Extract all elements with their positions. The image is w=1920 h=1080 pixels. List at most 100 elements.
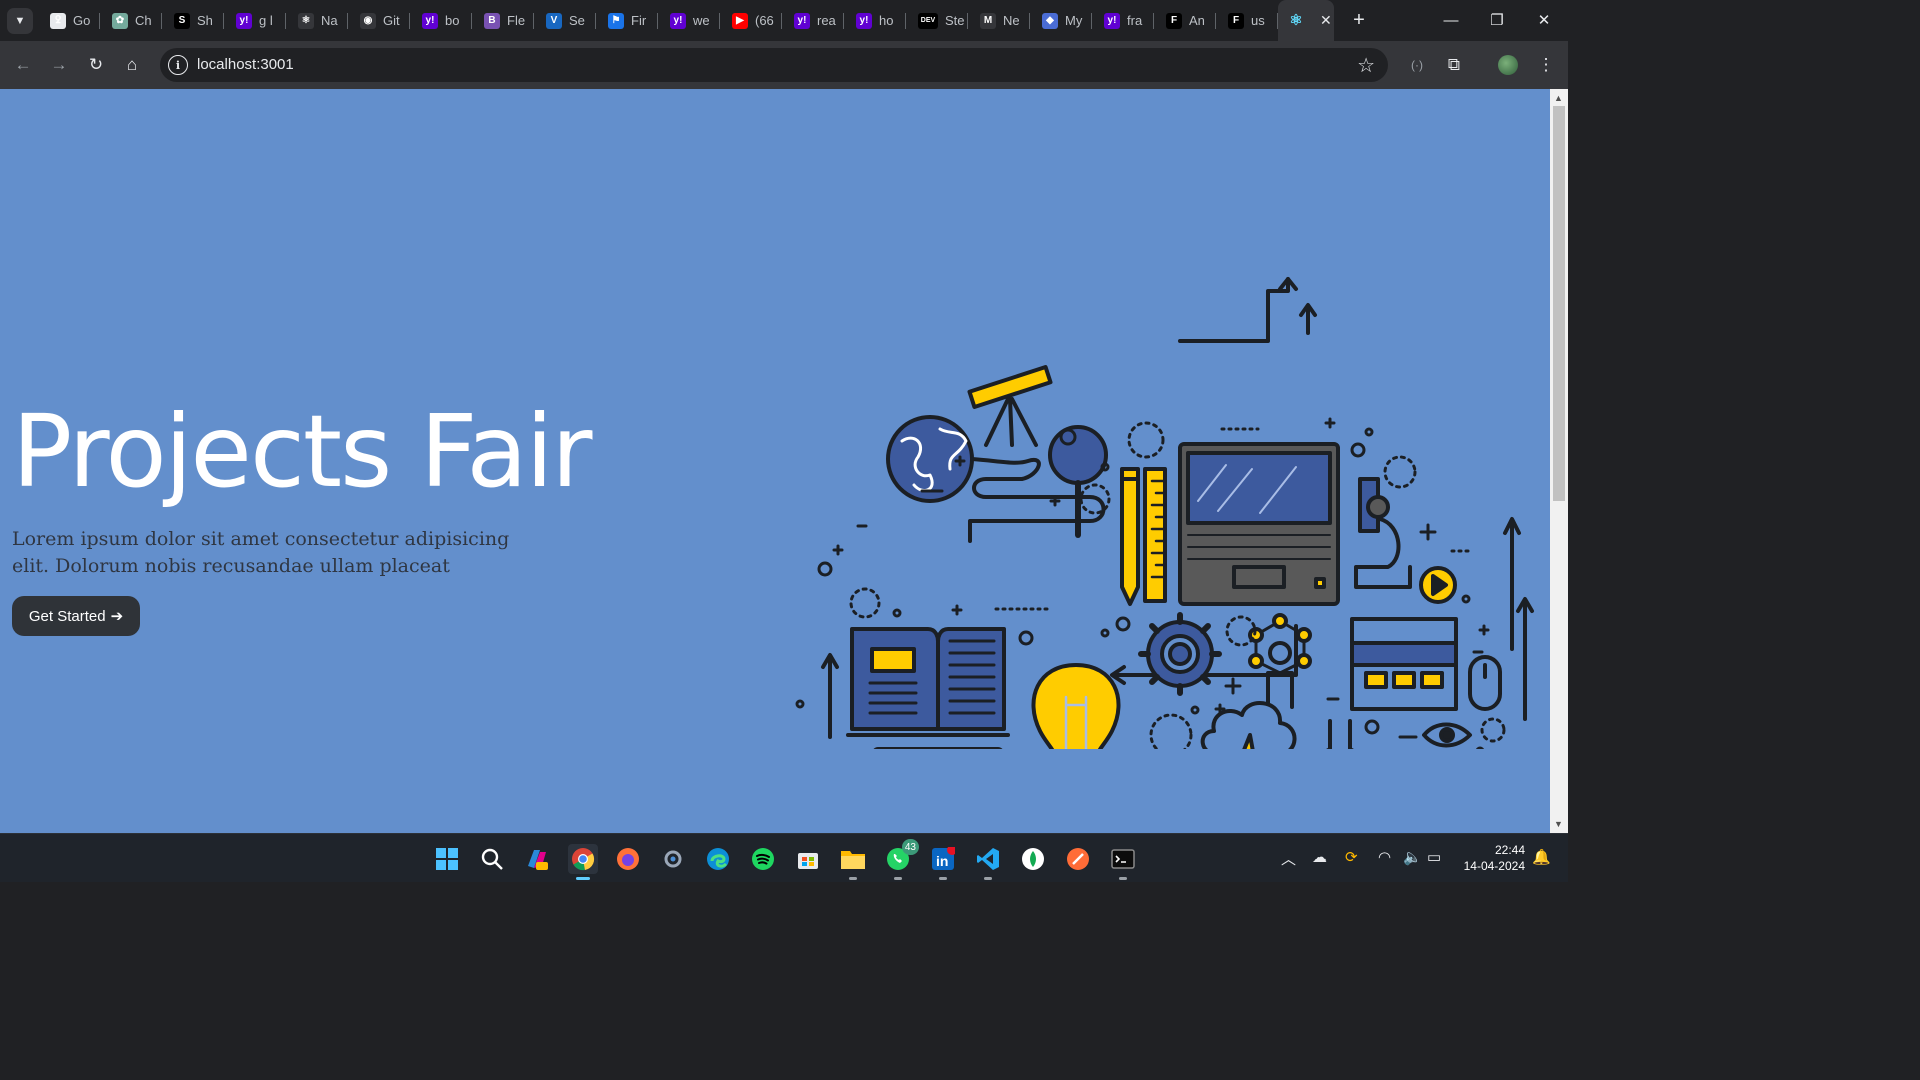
forward-button[interactable]: → xyxy=(46,52,72,78)
github-icon: ◉ xyxy=(360,12,376,29)
bookmark-star-icon[interactable]: ☆ xyxy=(1357,53,1375,78)
minimize-button[interactable]: — xyxy=(1438,8,1464,32)
tab-title: Ne xyxy=(1003,13,1020,28)
browser-tab[interactable]: M Ne xyxy=(968,0,1030,41)
microscope-icon xyxy=(1354,477,1412,589)
network-person-icon xyxy=(1248,613,1312,709)
new-tab-button[interactable]: + xyxy=(1347,8,1371,32)
linkedin-icon[interactable]: in xyxy=(928,844,958,880)
browser-tab[interactable]: y! we xyxy=(658,0,720,41)
reload-icon: ↻ xyxy=(88,55,104,74)
browser-tab[interactable]: V Se xyxy=(534,0,596,41)
browser-tab[interactable]: F An xyxy=(1154,0,1216,41)
clock-time[interactable]: 22:44 xyxy=(1495,843,1525,857)
react-icon: ⚛ xyxy=(298,12,314,29)
browser-tab[interactable]: Fus xyxy=(1216,0,1278,41)
browser-tab[interactable]: ✿ Ch xyxy=(100,0,162,41)
chatgpt-alt-icon: ꝿ xyxy=(50,12,66,29)
browser-tab[interactable]: B Fle xyxy=(472,0,534,41)
browser-tab[interactable]: ◉ Git xyxy=(348,0,410,41)
clock-date[interactable]: 14-04-2024 xyxy=(1464,859,1525,873)
tab-strip: ▼ ꝿ Go ✿ Ch S Sh y! g l ⚛ Na ◉ Git y! bo B Fle V Se ⚑ Fir y!… xyxy=(0,0,1568,41)
extensions-button[interactable]: ⧉ xyxy=(1441,52,1467,78)
browser-tab[interactable]: ⚛ Na xyxy=(286,0,348,41)
puzzle-icon: ⧉ xyxy=(1447,55,1461,74)
wifi-icon[interactable]: ◠ xyxy=(1378,848,1391,866)
browser-tab[interactable]: ◆ My xyxy=(1030,0,1092,41)
mongodb-icon[interactable] xyxy=(1018,844,1048,874)
windows-start-icon[interactable] xyxy=(432,844,462,874)
whatsapp-icon[interactable]: 43 xyxy=(883,839,919,880)
get-started-button[interactable]: Get Started ➔ xyxy=(12,596,140,636)
restore-button[interactable]: ❐ xyxy=(1484,8,1510,32)
tab-title: bo xyxy=(445,13,460,28)
profile-button[interactable] xyxy=(1495,52,1521,78)
broadcast-icon: (·) xyxy=(1411,58,1423,72)
svg-text:in: in xyxy=(936,853,948,869)
spotify-icon[interactable] xyxy=(748,844,778,874)
notification-bell-icon[interactable]: 🔔 xyxy=(1532,848,1551,866)
settings-icon[interactable] xyxy=(658,844,688,874)
chevron-up-icon[interactable]: ︿ xyxy=(1281,848,1296,869)
tab-title: we xyxy=(693,13,710,28)
reload-button[interactable]: ↻ xyxy=(83,52,109,78)
browser-tab[interactable]: y! bo xyxy=(410,0,472,41)
close-tab-icon[interactable]: ✕ xyxy=(1320,12,1332,29)
file-explorer-icon[interactable] xyxy=(838,844,868,880)
back-button[interactable]: ← xyxy=(10,52,36,78)
scroll-down-arrow-icon[interactable]: ▼ xyxy=(1554,819,1563,829)
vscode-icon[interactable] xyxy=(973,844,1003,880)
tab-title: Na xyxy=(321,13,338,28)
media-control-button[interactable]: (·) xyxy=(1404,52,1430,78)
eye-icon xyxy=(1422,722,1472,748)
search-icon[interactable] xyxy=(477,844,507,874)
tab-search-button[interactable]: ▼ xyxy=(7,8,33,34)
browser-tab[interactable]: DEV Ste xyxy=(906,0,968,41)
gear-icon xyxy=(1138,612,1222,696)
tab-title: us xyxy=(1251,13,1265,28)
address-bar[interactable]: i localhost:3001 ☆ xyxy=(160,48,1388,82)
vertical-scrollbar[interactable]: ▲ ▼ xyxy=(1550,89,1568,833)
url-text[interactable]: localhost:3001 xyxy=(197,56,294,73)
browser-tab-active[interactable]: ⚛ ✕ xyxy=(1278,0,1334,41)
browser-tab[interactable]: y! g l xyxy=(224,0,286,41)
close-window-button[interactable]: ✕ xyxy=(1531,8,1557,32)
postman-icon[interactable] xyxy=(1063,844,1093,874)
sync-icon[interactable]: ⟳ xyxy=(1345,848,1358,866)
yahoo-icon: y! xyxy=(670,12,686,29)
chrome-icon[interactable] xyxy=(568,844,598,880)
terminal-icon[interactable] xyxy=(1108,844,1138,880)
browser-tab[interactable]: y! ho xyxy=(844,0,906,41)
battery-icon[interactable]: ▭ xyxy=(1427,848,1441,866)
site-info-icon[interactable]: i xyxy=(168,55,188,75)
onedrive-cloud-icon[interactable]: ☁ xyxy=(1312,848,1327,866)
microsoft-store-icon[interactable] xyxy=(793,844,823,874)
firefox-icon[interactable] xyxy=(613,844,643,874)
edge-icon[interactable] xyxy=(703,844,733,874)
browser-tab[interactable]: ꝿ Go xyxy=(38,0,100,41)
pencil-ruler-icon xyxy=(1120,467,1167,606)
kebab-menu-icon: ⋮ xyxy=(1537,55,1555,74)
react-icon: ⚛ xyxy=(1289,12,1303,29)
running-indicator xyxy=(849,877,857,880)
volume-icon[interactable]: 🔈 xyxy=(1403,848,1422,866)
browser-tab[interactable]: y! rea xyxy=(782,0,844,41)
tab-title: g l xyxy=(259,13,273,28)
tab-title: Sh xyxy=(197,13,213,28)
tab-title: An xyxy=(1189,13,1205,28)
browser-menu-button[interactable]: ⋮ xyxy=(1533,52,1559,78)
browser-tab[interactable]: y! fra xyxy=(1092,0,1154,41)
avatar xyxy=(1498,55,1518,75)
copilot-icon[interactable] xyxy=(522,844,552,874)
browser-tab[interactable]: ▶ (66 xyxy=(720,0,782,41)
browser-tab[interactable]: ⚑ Fir xyxy=(596,0,658,41)
home-button[interactable]: ⌂ xyxy=(119,52,145,78)
running-indicator xyxy=(939,877,947,880)
scroll-up-arrow-icon[interactable]: ▲ xyxy=(1554,93,1563,103)
hero-description: Lorem ipsum dolor sit amet consectetur a… xyxy=(12,528,510,577)
hero-title: Projects Fair xyxy=(12,393,593,510)
youtube-icon: ▶ xyxy=(732,12,748,29)
flag-icon: ⚑ xyxy=(608,12,624,29)
scrollbar-thumb[interactable] xyxy=(1553,106,1565,501)
browser-tab[interactable]: S Sh xyxy=(162,0,224,41)
